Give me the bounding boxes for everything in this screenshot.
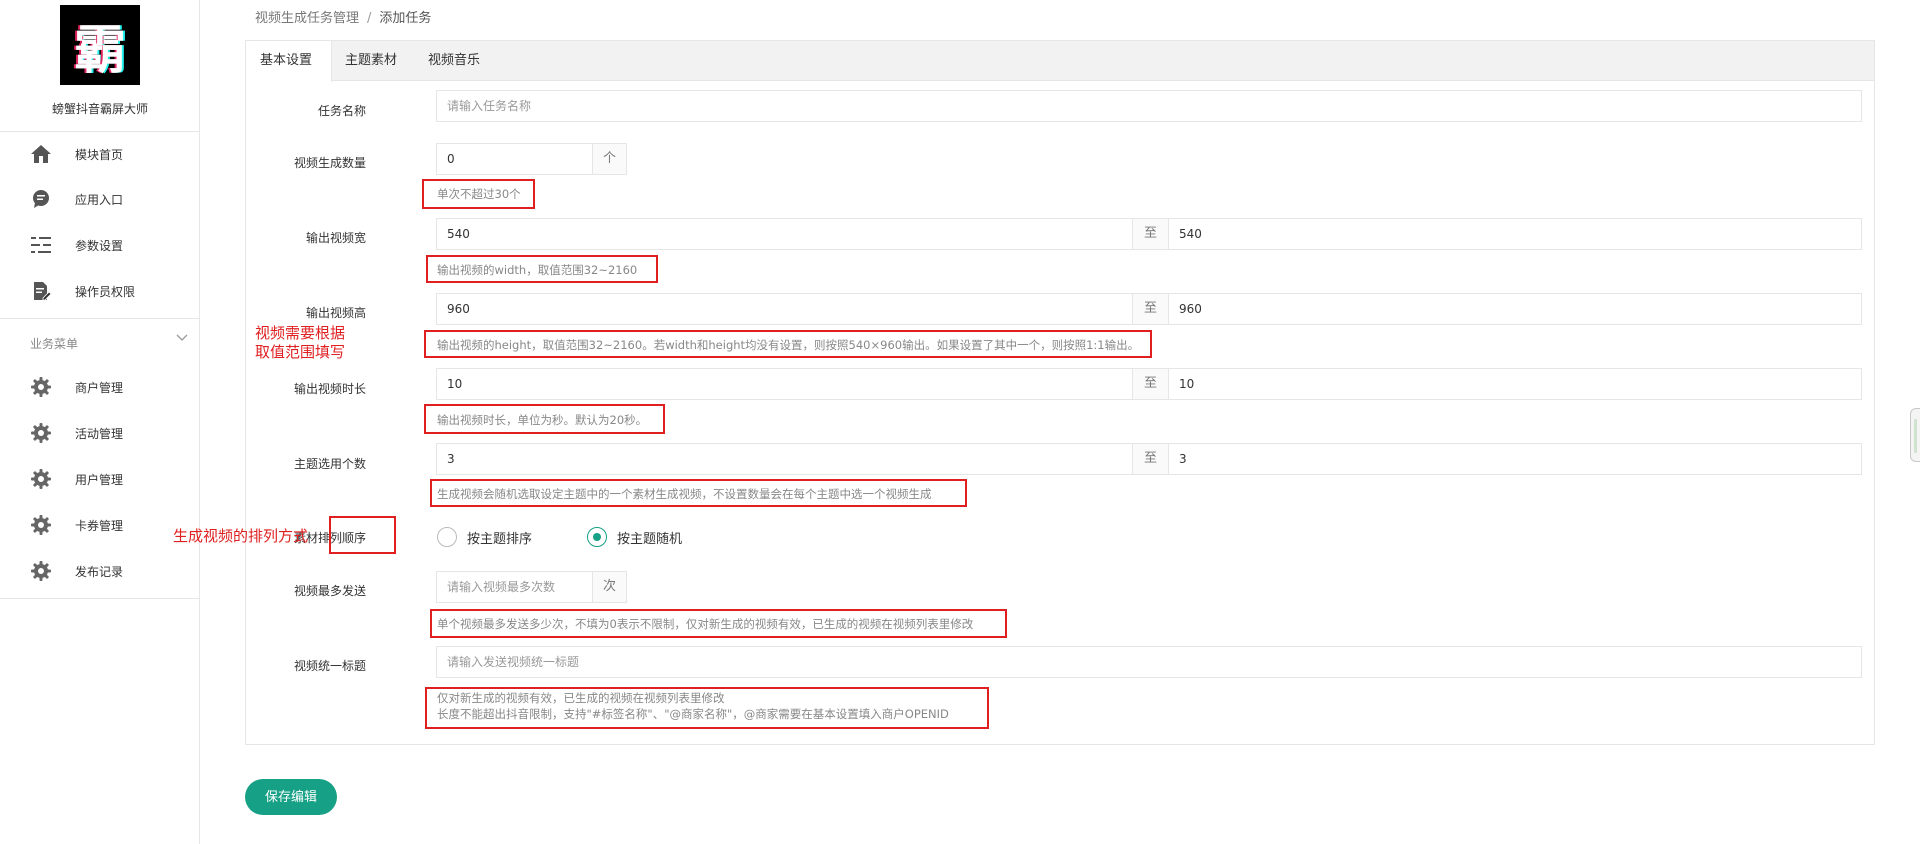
video-title-input[interactable]: 请输入发送视频统一标题	[436, 646, 1862, 678]
theme-count-max-input[interactable]: 3	[1168, 443, 1862, 475]
tab-basic-settings[interactable]: 基本设置	[246, 41, 332, 82]
video-height-min-input[interactable]: 960	[436, 293, 1133, 325]
sidebar-item-params[interactable]: 参数设置	[0, 226, 200, 264]
max-send-input[interactable]: 请输入视频最多次数	[436, 571, 593, 603]
order-by-theme-radio[interactable]: 按主题排序	[437, 527, 532, 547]
video-title-label: 视频统一标题	[293, 659, 366, 673]
theme-count-label: 主题选用个数	[293, 457, 366, 471]
video-count-unit: 个	[592, 143, 627, 175]
annotation-text: 取值范围填写	[255, 343, 346, 361]
video-width-label: 输出视频宽	[305, 231, 366, 245]
sidebar-item-label: 活动管理	[75, 426, 124, 441]
annotation-box	[424, 330, 1152, 358]
radio-circle-selected	[587, 527, 607, 547]
sidebar: 霸 螃蟹抖音霸屏大师 模块首页 应用入口 参数设置 操作员权限 业务菜单 商户管…	[0, 0, 200, 844]
annotation-box	[426, 255, 658, 283]
video-duration-max-input[interactable]: 10	[1168, 368, 1862, 400]
annotation-range-note: 视频需要根据 取值范围填写	[255, 324, 345, 362]
annotation-box	[422, 179, 535, 209]
sidebar-section-title: 业务菜单	[30, 337, 79, 351]
breadcrumb: 视频生成任务管理 / 添加任务	[255, 7, 431, 26]
annotation-box	[425, 687, 989, 729]
home-icon	[30, 143, 52, 165]
video-duration-min-input[interactable]: 10	[436, 368, 1133, 400]
gear-icon	[30, 560, 52, 582]
form-card: 基本设置 主题素材 视频音乐 任务名称 请输入任务名称 视频生成数量 0 个 单…	[245, 40, 1875, 745]
sidebar-divider	[0, 598, 200, 599]
sidebar-item-label: 模块首页	[75, 147, 124, 162]
gear-icon	[30, 422, 52, 444]
range-separator: 至	[1132, 368, 1169, 400]
sidebar-item-home[interactable]: 模块首页	[0, 135, 200, 173]
breadcrumb-separator: /	[367, 11, 372, 26]
radio-circle	[437, 527, 457, 547]
annotation-box	[430, 609, 1007, 638]
annotation-box	[329, 516, 396, 554]
sidebar-divider	[0, 131, 200, 132]
sidebar-item-label: 参数设置	[75, 238, 124, 253]
radio-label: 按主题随机	[617, 531, 683, 547]
sidebar-item-label: 发布记录	[75, 564, 124, 579]
tab-bar: 基本设置 主题素材 视频音乐	[246, 41, 1874, 82]
chat-bubble-icon	[30, 188, 52, 210]
video-width-min-input[interactable]: 540	[436, 218, 1133, 250]
video-height-max-input[interactable]: 960	[1168, 293, 1862, 325]
annotation-box	[424, 404, 665, 434]
video-duration-label: 输出视频时长	[293, 382, 366, 396]
sidebar-item-label: 卡券管理	[75, 518, 124, 533]
range-separator: 至	[1132, 218, 1169, 250]
sidebar-item-users[interactable]: 用户管理	[0, 460, 200, 498]
sidebar-item-publish-records[interactable]: 发布记录	[0, 552, 200, 590]
edit-document-icon	[30, 280, 52, 302]
sidebar-item-label: 用户管理	[75, 472, 124, 487]
save-button[interactable]: 保存编辑	[245, 779, 337, 815]
sidebar-item-merchant[interactable]: 商户管理	[0, 368, 200, 406]
side-drawer-handle[interactable]	[1910, 408, 1920, 462]
annotation-box	[430, 479, 967, 507]
sidebar-item-label: 商户管理	[75, 380, 124, 395]
annotation-order-note: 生成视频的排列方式	[173, 527, 309, 545]
theme-count-min-input[interactable]: 3	[436, 443, 1133, 475]
sidebar-item-app-entry[interactable]: 应用入口	[0, 180, 200, 218]
gear-icon	[30, 376, 52, 398]
video-count-label: 视频生成数量	[293, 156, 366, 170]
sidebar-divider	[0, 318, 200, 319]
sidebar-item-label: 应用入口	[75, 192, 124, 207]
order-random-radio[interactable]: 按主题随机	[587, 527, 682, 547]
chevron-down-icon[interactable]	[176, 331, 188, 345]
app-logo: 霸	[60, 5, 140, 85]
radio-label: 按主题排序	[467, 531, 533, 547]
gear-icon	[30, 514, 52, 536]
video-count-input[interactable]: 0	[436, 143, 593, 175]
list-settings-icon	[30, 234, 52, 256]
task-name-input[interactable]: 请输入任务名称	[436, 90, 1862, 122]
video-height-label: 输出视频高	[305, 306, 366, 320]
sidebar-item-operator-permissions[interactable]: 操作员权限	[0, 272, 200, 310]
max-send-unit: 次	[592, 571, 627, 603]
sidebar-item-activity[interactable]: 活动管理	[0, 414, 200, 452]
tab-theme-materials[interactable]: 主题素材	[345, 41, 397, 81]
breadcrumb-current: 添加任务	[379, 11, 432, 26]
sidebar-item-coupons[interactable]: 卡券管理	[0, 506, 200, 544]
annotation-text: 视频需要根据	[255, 324, 346, 342]
range-separator: 至	[1132, 293, 1169, 325]
range-separator: 至	[1132, 443, 1169, 475]
gear-icon	[30, 468, 52, 490]
video-width-max-input[interactable]: 540	[1168, 218, 1862, 250]
task-name-label: 任务名称	[317, 104, 366, 118]
tab-video-music[interactable]: 视频音乐	[428, 41, 480, 81]
breadcrumb-parent[interactable]: 视频生成任务管理	[255, 11, 359, 26]
max-send-label: 视频最多发送	[293, 584, 366, 598]
sidebar-item-label: 操作员权限	[75, 284, 136, 299]
app-name: 螃蟹抖音霸屏大师	[51, 102, 148, 116]
